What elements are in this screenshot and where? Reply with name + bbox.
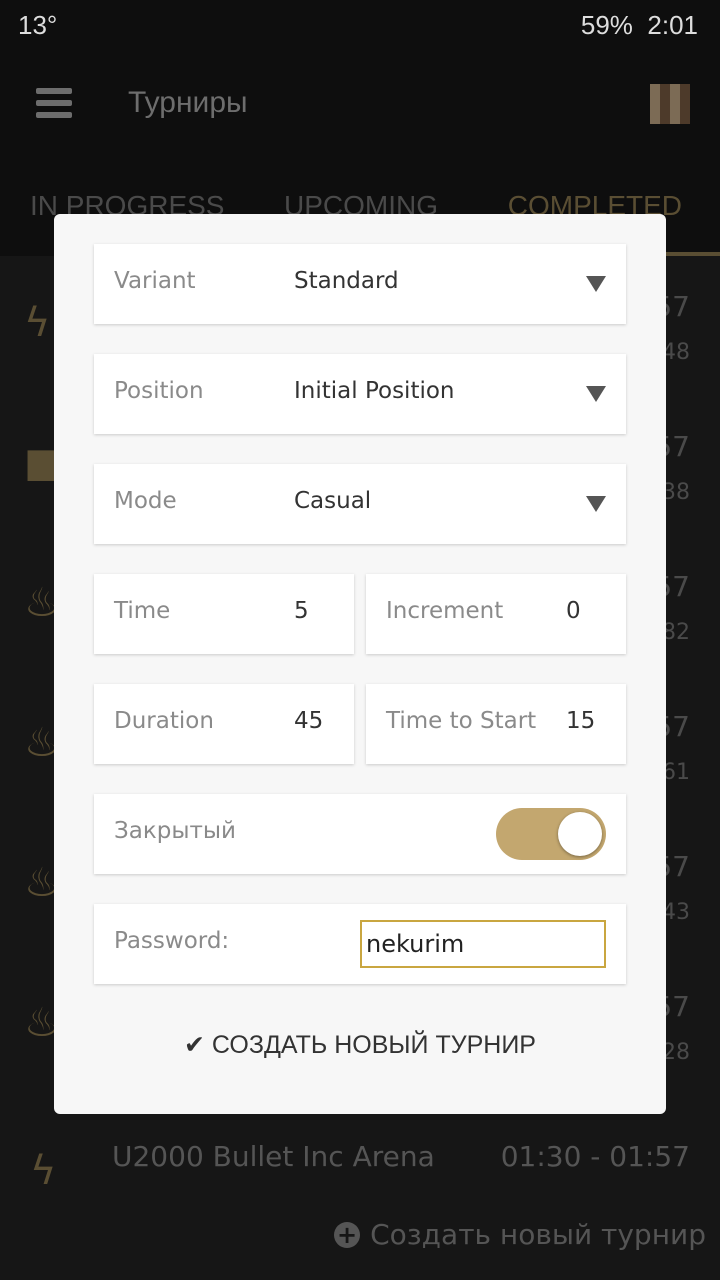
time-to-start-field[interactable]: Time to Start 15 — [366, 684, 626, 764]
duration-field[interactable]: Duration 45 — [94, 684, 354, 764]
create-tournament-dialog: Variant Standard Position Initial Positi… — [54, 214, 666, 1114]
toggle-knob — [558, 812, 602, 856]
create-tournament-button[interactable]: ✔ СОЗДАТЬ НОВЫЙ ТУРНИР — [54, 1030, 666, 1060]
page-title: Турниры — [128, 86, 248, 119]
dropdown-arrow-icon — [586, 386, 606, 402]
tab-indicator — [664, 252, 720, 256]
clock: 2:01 — [647, 10, 698, 40]
status-bar: 13° 59% 2:01 — [0, 0, 720, 52]
closed-row: Закрытый — [94, 794, 626, 874]
bolt-icon: ϟ — [24, 300, 51, 346]
hamburger-icon[interactable] — [36, 88, 72, 118]
variant-select[interactable]: Variant Standard — [94, 244, 626, 324]
time-field[interactable]: Time 5 — [94, 574, 354, 654]
dropdown-arrow-icon — [586, 276, 606, 292]
plus-circle-icon: + — [334, 1221, 361, 1248]
check-icon: ✔ — [184, 1031, 205, 1059]
increment-field[interactable]: Increment 0 — [366, 574, 626, 654]
battery-level: 59% — [580, 10, 633, 40]
chessboard-icon[interactable] — [650, 84, 690, 124]
password-row: Password: — [94, 904, 626, 984]
app-bar: Турниры — [0, 52, 720, 162]
mode-select[interactable]: Mode Casual — [94, 464, 626, 544]
temperature: 13° — [18, 10, 58, 40]
position-select[interactable]: Position Initial Position — [94, 354, 626, 434]
create-tournament-link[interactable]: + Создать новый турнир — [334, 1218, 706, 1251]
closed-toggle[interactable] — [496, 808, 606, 860]
password-input[interactable] — [360, 920, 606, 968]
dropdown-arrow-icon — [586, 496, 606, 512]
bolt-icon: ϟ — [30, 1148, 57, 1194]
